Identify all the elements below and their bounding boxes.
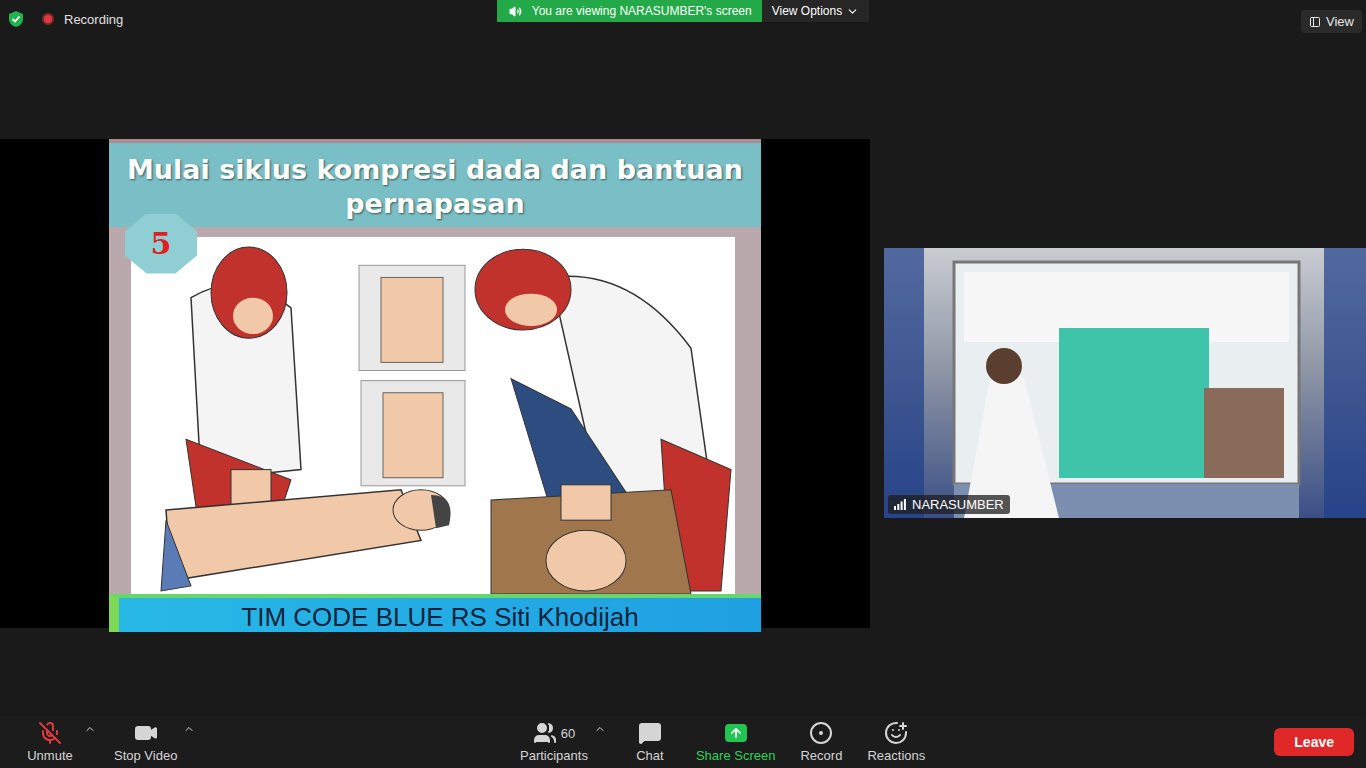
presentation-slide: Mulai siklus kompresi dada dan bantuan p… — [109, 139, 761, 628]
toolbar-item: Reactions — [865, 721, 927, 763]
toolbar-label: Share Screen — [696, 748, 776, 763]
top-right: View — [869, 0, 1366, 33]
speaker-icon — [509, 5, 522, 18]
icon-row — [725, 721, 747, 745]
toolbar-item: Unmute — [20, 721, 96, 763]
view-options-button[interactable]: View Options — [762, 0, 869, 22]
menu-caret[interactable] — [594, 721, 606, 735]
slide-body: 5 — [109, 227, 761, 594]
viewing-text: You are viewing NARASUMBER's screen — [532, 4, 752, 18]
participants-button[interactable]: 60 Participants — [518, 721, 590, 763]
toolbar-label: Unmute — [27, 748, 73, 763]
video-tile[interactable]: NARASUMBER — [884, 248, 1366, 518]
icon-row — [884, 721, 908, 745]
chat-button[interactable]: Chat — [620, 721, 680, 763]
icon-row — [134, 721, 158, 745]
meeting-area: Mulai siklus kompresi dada dan bantuan p… — [0, 40, 1366, 716]
record-icon — [809, 721, 833, 745]
top-left: Recording — [0, 0, 497, 28]
toolbar-item: Share Screen — [694, 721, 778, 763]
leave-button[interactable]: Leave — [1274, 728, 1354, 756]
view-button[interactable]: View — [1301, 10, 1362, 33]
meeting-toolbar: Unmute Stop Video 60 Participants Chat Share … — [0, 716, 1366, 768]
toolbar-label: Record — [800, 748, 842, 763]
icon-row — [809, 721, 833, 745]
video-frame — [884, 248, 1366, 518]
top-bar: Recording You are viewing NARASUMBER's sc… — [0, 0, 1366, 40]
icon-row — [638, 721, 662, 745]
recording-label: Recording — [64, 12, 123, 27]
step-badge: 5 — [125, 214, 197, 274]
toolbar-item: Record — [791, 721, 851, 763]
view-layout-icon — [1309, 16, 1321, 28]
reactions-smile-icon — [884, 721, 908, 745]
video-camera-icon — [134, 721, 158, 745]
mic-button[interactable]: Unmute — [20, 721, 80, 763]
menu-caret[interactable] — [183, 721, 195, 735]
menu-caret[interactable] — [84, 721, 96, 735]
cpr-illustration — [131, 237, 735, 594]
reactions-button[interactable]: Reactions — [865, 721, 927, 763]
participant-count: 60 — [561, 726, 575, 741]
toolbar-item: Chat — [620, 721, 680, 763]
chevron-up-icon — [84, 723, 96, 735]
chevron-up-icon — [594, 723, 606, 735]
toolbar-left: Unmute Stop Video — [20, 721, 518, 763]
toolbar-item: 60 Participants — [518, 721, 606, 763]
share-button[interactable]: Share Screen — [694, 721, 778, 763]
signal-icon — [894, 499, 906, 510]
slide-footer: TIM CODE BLUE RS Siti Khodijah — [109, 594, 761, 632]
participant-name-tag: NARASUMBER — [888, 495, 1010, 514]
shared-screen: Mulai siklus kompresi dada dan bantuan p… — [0, 139, 870, 628]
illustration-box — [131, 237, 735, 594]
mic-muted-icon — [38, 721, 62, 745]
chat-bubble-icon — [638, 721, 662, 745]
security-shield-icon[interactable] — [8, 10, 24, 28]
toolbar-item: Stop Video — [112, 721, 195, 763]
video-button[interactable]: Stop Video — [112, 721, 179, 763]
record-button[interactable]: Record — [791, 721, 851, 763]
chevron-down-icon — [846, 5, 859, 18]
view-options-label: View Options — [772, 4, 842, 18]
chevron-up-icon — [183, 723, 195, 735]
toolbar-label: Reactions — [867, 748, 925, 763]
share-screen-icon — [725, 724, 747, 742]
zoom-meeting-window: Recording You are viewing NARASUMBER's sc… — [0, 0, 1366, 768]
recording-indicator: Recording — [42, 12, 123, 27]
icon-row: 60 — [533, 721, 575, 745]
view-label: View — [1326, 14, 1354, 29]
toolbar-label: Participants — [520, 748, 588, 763]
toolbar-center: 60 Participants Chat Share Screen Record Reac… — [518, 721, 927, 763]
toolbar-label: Stop Video — [114, 748, 177, 763]
viewing-notice: You are viewing NARASUMBER's screen — [497, 0, 762, 22]
participant-name: NARASUMBER — [912, 497, 1004, 512]
icon-row — [38, 721, 62, 745]
participants-icon — [533, 721, 557, 745]
toolbar-label: Chat — [636, 748, 663, 763]
slide-title: Mulai siklus kompresi dada dan bantuan p… — [109, 139, 761, 227]
recording-dot-icon — [42, 13, 54, 25]
viewing-banner: You are viewing NARASUMBER's screen View … — [497, 0, 869, 22]
